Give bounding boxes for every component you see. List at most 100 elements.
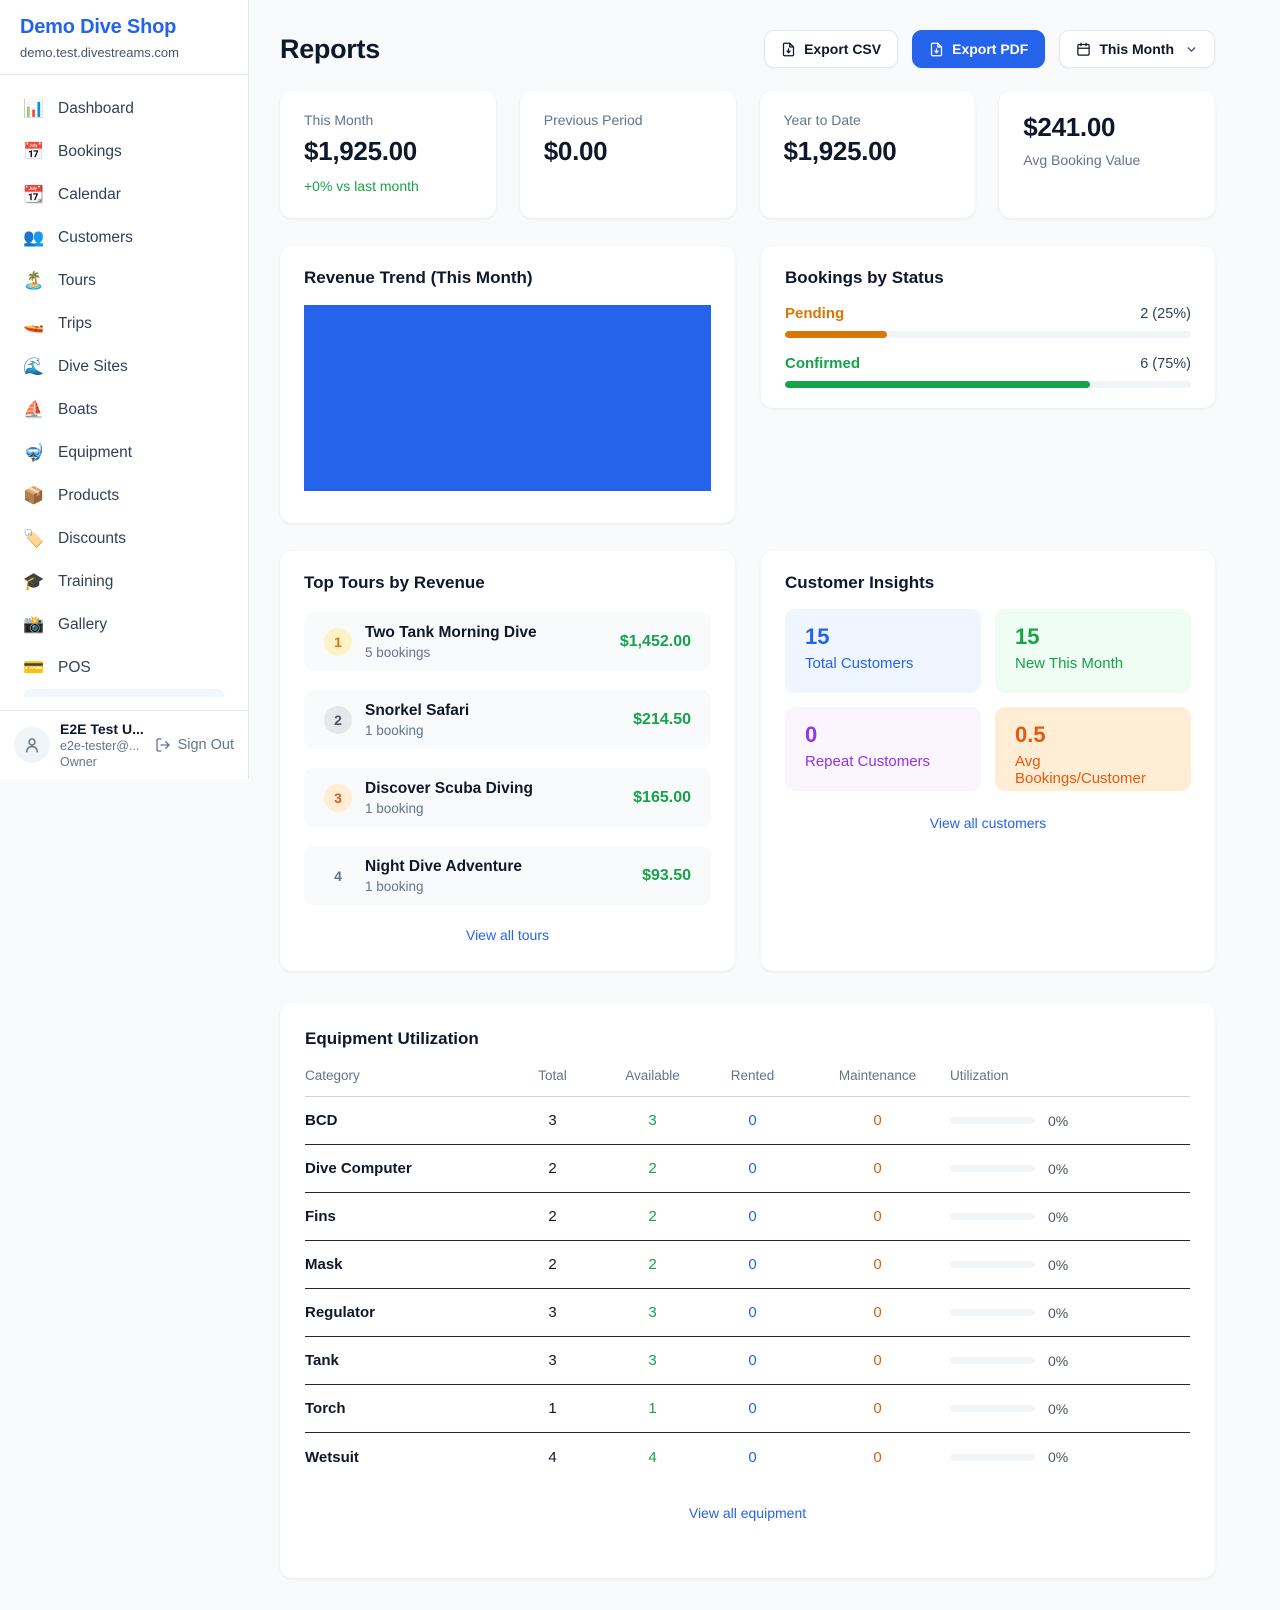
tour-row[interactable]: 2 Snorkel Safari 1 booking $214.50 [304,690,711,749]
insight-tile-new-this-month: 15 New This Month [995,609,1191,693]
equipment-rented: 0 [700,1256,805,1273]
user-email: e2e-tester@... [60,739,145,753]
equipment-category: Wetsuit [305,1449,500,1466]
tour-bookings: 5 bookings [365,645,537,660]
tour-bookings: 1 booking [365,723,469,738]
period-dropdown[interactable]: This Month [1059,30,1215,68]
equipment-category: BCD [305,1112,500,1129]
stat-label: Year to Date [784,112,952,128]
speedboat-icon: 🚤 [23,314,45,334]
status-label: Pending [785,305,844,322]
sidebar-item-pos[interactable]: 💳 POS [12,646,236,689]
tour-row[interactable]: 4 Night Dive Adventure 1 booking $93.50 [304,846,711,905]
camera-icon: 📸 [23,615,45,635]
revenue-trend-title: Revenue Trend (This Month) [304,268,711,288]
sidebar-item-tours[interactable]: 🏝️ Tours [12,259,236,302]
equipment-category: Tank [305,1352,500,1369]
wave-icon: 🌊 [23,357,45,377]
people-icon: 👥 [23,228,45,248]
chevron-down-icon [1185,43,1198,56]
tour-bookings: 1 booking [365,879,522,894]
tour-name: Night Dive Adventure [365,858,522,876]
column-header: Total [500,1068,605,1083]
column-header: Maintenance [805,1068,950,1083]
sidebar-item-dashboard[interactable]: 📊 Dashboard [12,87,236,130]
rank-badge: 2 [324,706,352,734]
sidebar-item-label: Training [58,573,113,591]
export-pdf-label: Export PDF [952,41,1028,57]
insight-label: New This Month [1015,655,1171,672]
equipment-total: 2 [500,1208,605,1225]
sidebar-item-label: Bookings [58,143,122,161]
sidebar-item-label: Gallery [58,616,107,634]
utilization-bar [950,1117,1035,1124]
utilization-percent: 0% [1048,1401,1068,1417]
equipment-rented: 0 [700,1304,805,1321]
sign-out-button[interactable]: Sign Out [155,737,234,753]
rank-badge: 4 [324,862,352,890]
column-header: Available [605,1068,700,1083]
credit-card-icon: 💳 [23,658,45,678]
sidebar-item-dive-sites[interactable]: 🌊 Dive Sites [12,345,236,388]
utilization-bar [950,1309,1035,1316]
equipment-maintenance: 0 [805,1304,950,1321]
equipment-table: Category Total Available Rented Maintena… [305,1062,1190,1481]
stat-value: $0.00 [544,136,712,167]
tour-row[interactable]: 3 Discover Scuba Diving 1 booking $165.0… [304,768,711,827]
calendar-icon: 📅 [23,142,45,162]
file-download-icon [781,42,796,57]
export-pdf-button[interactable]: Export PDF [912,30,1045,68]
tour-row[interactable]: 1 Two Tank Morning Dive 5 bookings $1,45… [304,612,711,671]
utilization-percent: 0% [1048,1209,1068,1225]
insight-value: 0.5 [1015,722,1171,748]
export-csv-button[interactable]: Export CSV [764,30,898,68]
file-download-icon [929,42,944,57]
sidebar-item-gallery[interactable]: 📸 Gallery [12,603,236,646]
rank-badge: 1 [324,628,352,656]
utilization-percent: 0% [1048,1113,1068,1129]
sidebar-item-training[interactable]: 🎓 Training [12,560,236,603]
bookings-by-status-title: Bookings by Status [785,268,1191,288]
insight-tile-total-customers: 15 Total Customers [785,609,981,693]
status-value: 2 (25%) [1140,306,1191,322]
insight-value: 15 [1015,624,1171,650]
stat-card-this-month: This Month $1,925.00 +0% vs last month [280,91,496,218]
table-row: Fins 2 2 0 0 0% [305,1193,1190,1241]
equipment-category: Regulator [305,1304,500,1321]
diving-mask-icon: 🤿 [23,443,45,463]
label-icon: 🏷️ [23,529,45,549]
stat-label: Avg Booking Value [1023,152,1191,168]
equipment-available: 4 [605,1449,700,1466]
tour-bookings: 1 booking [365,801,533,816]
equipment-rented: 0 [700,1208,805,1225]
view-all-equipment-link[interactable]: View all equipment [305,1505,1190,1521]
equipment-available: 1 [605,1400,700,1417]
view-all-customers-link[interactable]: View all customers [785,815,1191,831]
equipment-rented: 0 [700,1352,805,1369]
view-all-tours-link[interactable]: View all tours [304,927,711,943]
bar-chart-icon: 📊 [23,99,45,119]
equipment-total: 2 [500,1160,605,1177]
revenue-trend-chart [304,305,711,491]
sidebar-item-boats[interactable]: ⛵ Boats [12,388,236,431]
insight-tiles: 15 Total Customers 15 New This Month 0 R… [785,609,1191,791]
sidebar-item-equipment[interactable]: 🤿 Equipment [12,431,236,474]
main-content: Reports Export CSV Export PDF This Month… [280,0,1215,1578]
stat-delta: +0% vs last month [304,178,472,194]
lists-row: Top Tours by Revenue 1 Two Tank Morning … [280,551,1215,971]
sidebar-item-calendar[interactable]: 📆 Calendar [12,173,236,216]
sidebar-item-products[interactable]: 📦 Products [12,474,236,517]
sidebar-item-reports-partial[interactable] [23,689,225,697]
insight-label: Avg Bookings/Customer [1015,753,1171,787]
sidebar-item-customers[interactable]: 👥 Customers [12,216,236,259]
sidebar-item-discounts[interactable]: 🏷️ Discounts [12,517,236,560]
equipment-total: 3 [500,1304,605,1321]
revenue-trend-card: Revenue Trend (This Month) [280,246,735,523]
table-row: Torch 1 1 0 0 0% [305,1385,1190,1433]
progress-track [785,381,1191,388]
sidebar-item-trips[interactable]: 🚤 Trips [12,302,236,345]
sidebar-item-bookings[interactable]: 📅 Bookings [12,130,236,173]
customer-insights-card: Customer Insights 15 Total Customers 15 … [761,551,1215,971]
equipment-available: 3 [605,1304,700,1321]
tour-revenue: $1,452.00 [620,633,691,651]
